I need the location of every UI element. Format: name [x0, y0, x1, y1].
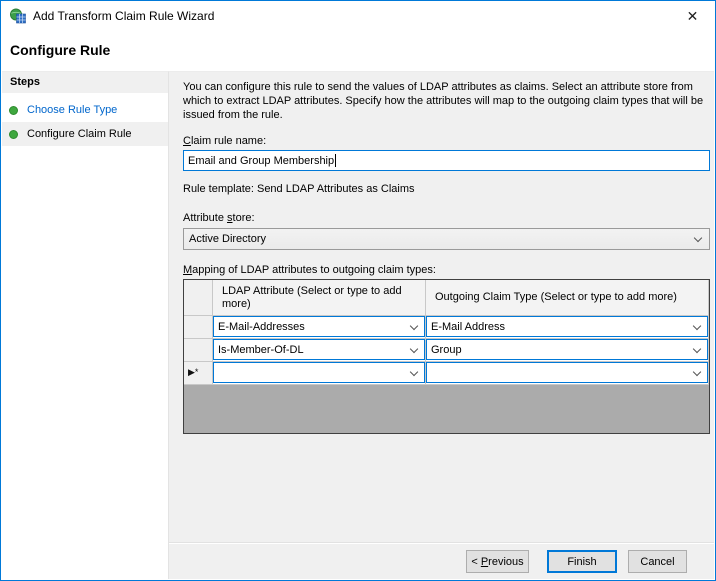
cell-value: Group [431, 344, 462, 356]
step-label: Configure Claim Rule [27, 128, 132, 140]
ldap-attribute-select[interactable] [213, 362, 425, 383]
new-row-icon[interactable]: ▶* [184, 362, 213, 385]
chevron-down-icon [694, 234, 702, 242]
title-bar: Add Transform Claim Rule Wizard ✕ [1, 1, 715, 31]
chevron-down-icon [693, 345, 701, 353]
cancel-button[interactable]: Cancel [628, 550, 687, 573]
ldap-attribute-select[interactable]: Is-Member-Of-DL [213, 339, 425, 360]
ldap-attribute-cell [213, 362, 426, 385]
label-text: laim rule name: [191, 135, 266, 147]
step-completed-icon [9, 130, 18, 139]
ldap-attribute-cell: Is-Member-Of-DL [213, 339, 426, 362]
cell-value: E-Mail Address [431, 321, 505, 333]
row-selector[interactable] [184, 316, 213, 339]
row-selector[interactable] [184, 339, 213, 362]
label-text: Attribute [183, 212, 227, 224]
table-empty-area [184, 385, 709, 433]
mapping-table: LDAP Attribute (Select or type to add mo… [183, 279, 710, 434]
step-list: Choose Rule Type Configure Claim Rule [2, 98, 168, 146]
page-title: Configure Rule [1, 31, 715, 71]
claim-rule-name-input[interactable]: Email and Group Membership [183, 150, 710, 171]
steps-sidebar: Steps Choose Rule Type Configure Claim R… [2, 71, 169, 579]
adfs-claim-rule-icon [10, 8, 26, 24]
rule-description: You can configure this rule to send the … [183, 80, 705, 122]
main-content: You can configure this rule to send the … [169, 71, 714, 579]
button-bar: < Previous Finish Cancel [169, 543, 714, 579]
sidebar-item-choose-rule-type[interactable]: Choose Rule Type [2, 98, 168, 122]
corner-header-cell [184, 280, 213, 316]
label-text: revious [488, 556, 523, 568]
previous-button[interactable]: < Previous [466, 550, 529, 573]
outgoing-claim-type-select[interactable]: E-Mail Address [426, 316, 708, 337]
label-text: apping of LDAP attributes to outgoing cl… [192, 264, 436, 276]
button-label: Cancel [640, 556, 674, 568]
steps-heading: Steps [2, 72, 168, 93]
outgoing-claim-type-select[interactable] [426, 362, 708, 383]
label-text: tore: [233, 212, 255, 224]
button-label: < Previous [471, 556, 523, 568]
cell-value: E-Mail-Addresses [218, 321, 305, 333]
claim-rule-name-label: Claim rule name: [183, 135, 709, 147]
step-label: Choose Rule Type [27, 104, 117, 116]
attribute-store-label: Attribute store: [183, 212, 709, 224]
step-completed-icon [9, 106, 18, 115]
ldap-attribute-cell: E-Mail-Addresses [213, 316, 426, 339]
rule-template-text: Rule template: Send LDAP Attributes as C… [183, 183, 709, 195]
attribute-store-select[interactable]: Active Directory [183, 228, 710, 250]
accesskey-char: C [183, 135, 191, 147]
cell-value: Is-Member-Of-DL [218, 344, 304, 356]
chevron-down-icon [410, 368, 418, 376]
sidebar-item-configure-claim-rule[interactable]: Configure Claim Rule [2, 122, 168, 146]
wizard-window: Add Transform Claim Rule Wizard ✕ Config… [0, 0, 716, 581]
chevron-down-icon [410, 322, 418, 330]
chevron-down-icon [693, 322, 701, 330]
close-button[interactable]: ✕ [670, 1, 715, 31]
finish-button[interactable]: Finish [547, 550, 617, 573]
close-icon: ✕ [687, 8, 699, 25]
outgoing-claim-type-select[interactable]: Group [426, 339, 708, 360]
column-header-ldap-attribute: LDAP Attribute (Select or type to add mo… [213, 280, 426, 316]
chevron-down-icon [410, 345, 418, 353]
label-text: < [471, 556, 480, 568]
mapping-label: Mapping of LDAP attributes to outgoing c… [183, 264, 709, 276]
accesskey-char: M [183, 264, 192, 276]
attribute-store-value: Active Directory [189, 233, 266, 245]
text-caret [335, 154, 336, 167]
outgoing-claim-type-cell [426, 362, 709, 385]
column-header-outgoing-claim-type: Outgoing Claim Type (Select or type to a… [426, 280, 709, 316]
claim-rule-name-value: Email and Group Membership [188, 155, 334, 167]
chevron-down-icon [693, 368, 701, 376]
window-title: Add Transform Claim Rule Wizard [33, 9, 214, 23]
outgoing-claim-type-cell: Group [426, 339, 709, 362]
button-label: Finish [567, 556, 596, 568]
ldap-attribute-select[interactable]: E-Mail-Addresses [213, 316, 425, 337]
outgoing-claim-type-cell: E-Mail Address [426, 316, 709, 339]
